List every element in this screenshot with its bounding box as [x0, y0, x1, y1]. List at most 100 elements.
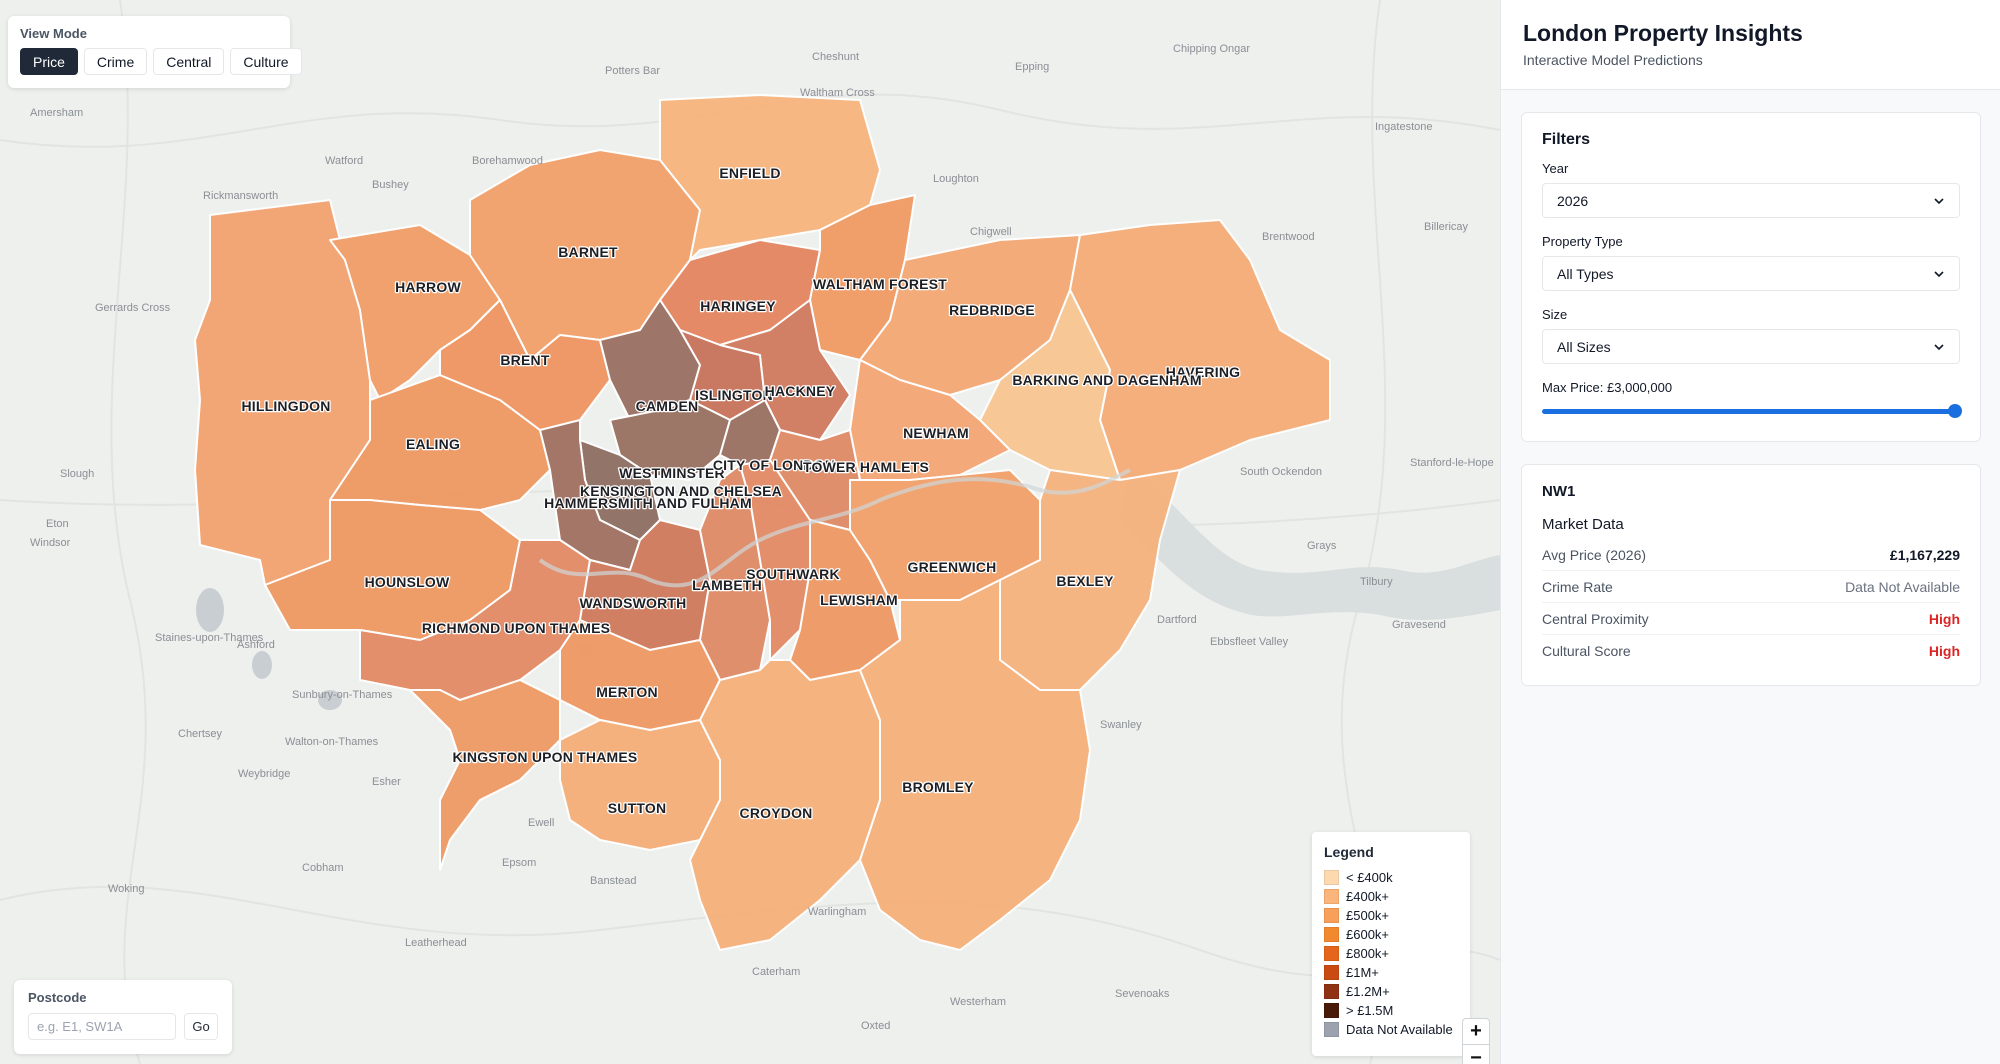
- borough-label: NEWHAM: [903, 425, 969, 441]
- view-mode-title: View Mode: [20, 26, 87, 41]
- borough-label: WANDSWORTH: [580, 595, 687, 611]
- town-label: Billericay: [1424, 221, 1469, 233]
- panel-subtitle: Interactive Model Predictions: [1523, 52, 1703, 68]
- info-value: High: [1928, 610, 1960, 627]
- map-canvas[interactable]: Potters Bar Cheshunt Epping Chipping Ong…: [0, 0, 1500, 1064]
- town-label: Cheshunt: [812, 51, 859, 63]
- town-label: Gerrards Cross: [95, 302, 171, 314]
- town-label: Swanley: [1100, 719, 1142, 731]
- borough-havering[interactable]: [1069, 219, 1331, 481]
- town-label: Banstead: [590, 875, 636, 887]
- town-label: Ashford: [237, 639, 275, 651]
- town-label: Waltham Cross: [800, 87, 875, 99]
- postcode-info-card: NW1 Market Data Avg Price (2026) £1,167,…: [1521, 464, 1981, 686]
- borough-label: TOWER HAMLETS: [803, 459, 929, 475]
- slider-thumb[interactable]: [1948, 404, 1962, 418]
- max-price-slider[interactable]: [1542, 403, 1962, 419]
- market-data-title: Market Data: [1542, 516, 1624, 533]
- town-label: Gravesend: [1392, 619, 1446, 631]
- borough-label: RICHMOND UPON THAMES: [422, 620, 610, 636]
- legend-label: £1.2M+: [1346, 984, 1390, 999]
- borough-label: ENFIELD: [719, 165, 780, 181]
- borough-label: BARNET: [558, 244, 618, 260]
- town-label: Weybridge: [238, 768, 290, 780]
- town-label: Bushey: [372, 179, 409, 191]
- legend-label: £500k+: [1346, 908, 1390, 923]
- view-mode-crime-button[interactable]: Crime: [83, 48, 148, 75]
- property-type-select[interactable]: All Types: [1542, 256, 1960, 291]
- panel-header: London Property Insights Interactive Mod…: [1501, 0, 2000, 90]
- borough-sutton[interactable]: [559, 719, 721, 851]
- legend-swatch: [1324, 1003, 1339, 1018]
- legend-item: £400k+: [1324, 887, 1458, 906]
- filters-title: Filters: [1542, 131, 1591, 148]
- borough-label: HARINGEY: [700, 298, 776, 314]
- view-mode-buttons: Price Crime Central Culture: [20, 48, 302, 75]
- town-label: Sevenoaks: [1115, 988, 1170, 1000]
- year-label: Year: [1542, 161, 1569, 176]
- town-label: Windsor: [30, 537, 71, 549]
- panel-title: London Property Insights: [1523, 20, 1803, 46]
- borough-label: SUTTON: [608, 800, 667, 816]
- borough-kingston[interactable]: [409, 679, 561, 871]
- legend-list: < £400k £400k+ £500k+ £600k+ £800k+ £1M+…: [1324, 868, 1458, 1039]
- view-mode-central-button[interactable]: Central: [153, 48, 225, 75]
- legend-label: Data Not Available: [1346, 1022, 1453, 1037]
- app-root: Potters Bar Cheshunt Epping Chipping Ong…: [0, 0, 2000, 1064]
- size-value: All Sizes: [1557, 338, 1611, 355]
- town-label: Westerham: [950, 996, 1006, 1008]
- town-label: Brentwood: [1262, 231, 1315, 243]
- year-value: 2026: [1557, 192, 1589, 209]
- postcode-row: Go: [28, 1013, 218, 1040]
- town-label: Eton: [46, 518, 69, 530]
- town-label: Caterham: [752, 966, 800, 978]
- legend-label: £800k+: [1346, 946, 1390, 961]
- legend-swatch: [1324, 984, 1339, 999]
- borough-label: HILLINGDON: [241, 398, 330, 414]
- borough-label: BEXLEY: [1056, 573, 1114, 589]
- info-postcode: NW1: [1542, 483, 1576, 500]
- property-type-value: All Types: [1557, 265, 1614, 282]
- view-mode-culture-button[interactable]: Culture: [230, 48, 302, 75]
- borough-label: CROYDON: [740, 805, 813, 821]
- borough-label: MERTON: [596, 684, 658, 700]
- town-label: Ewell: [528, 817, 554, 829]
- legend-label: < £400k: [1346, 870, 1393, 885]
- borough-label: BROMLEY: [902, 779, 974, 795]
- slider-track[interactable]: [1542, 409, 1960, 414]
- info-key: Avg Price (2026): [1542, 546, 1647, 563]
- town-label: Esher: [372, 776, 401, 788]
- town-label: Epping: [1015, 61, 1049, 73]
- legend-swatch: [1324, 946, 1339, 961]
- postcode-card: Postcode Go: [14, 980, 232, 1054]
- town-label: Epsom: [502, 857, 536, 869]
- postcode-input[interactable]: [28, 1013, 176, 1040]
- town-label: Stanford-le-Hope: [1410, 457, 1494, 469]
- town-label: Borehamwood: [472, 155, 543, 167]
- legend-swatch: [1324, 870, 1339, 885]
- town-label: Sunbury-on-Thames: [292, 689, 393, 701]
- zoom-out-button[interactable]: −: [1463, 1045, 1489, 1064]
- postcode-go-button[interactable]: Go: [184, 1013, 218, 1040]
- town-label: Ingatestone: [1375, 121, 1433, 133]
- town-label: Ebbsfleet Valley: [1210, 636, 1289, 648]
- legend-title: Legend: [1324, 844, 1374, 860]
- info-row: Avg Price (2026) £1,167,229: [1542, 539, 1960, 571]
- town-label: Chipping Ongar: [1173, 43, 1250, 55]
- legend-item: £1.2M+: [1324, 982, 1458, 1001]
- property-type-label: Property Type: [1542, 234, 1623, 249]
- view-mode-card: View Mode Price Crime Central Culture: [8, 16, 302, 88]
- town-label: Cobham: [302, 862, 344, 874]
- max-price-label: Max Price: £3,000,000: [1542, 380, 1673, 395]
- legend-swatch: [1324, 908, 1339, 923]
- town-label: Woking: [108, 883, 144, 895]
- zoom-in-button[interactable]: +: [1463, 1019, 1489, 1045]
- borough-label: ISLINGTON: [695, 387, 773, 403]
- size-select[interactable]: All Sizes: [1542, 329, 1960, 364]
- info-key: Central Proximity: [1542, 610, 1649, 627]
- year-select[interactable]: 2026: [1542, 183, 1960, 218]
- choropleth-map[interactable]: Potters Bar Cheshunt Epping Chipping Ong…: [0, 0, 1500, 1064]
- town-label: Grays: [1307, 540, 1337, 552]
- view-mode-price-button[interactable]: Price: [20, 48, 78, 75]
- info-key: Crime Rate: [1542, 578, 1613, 595]
